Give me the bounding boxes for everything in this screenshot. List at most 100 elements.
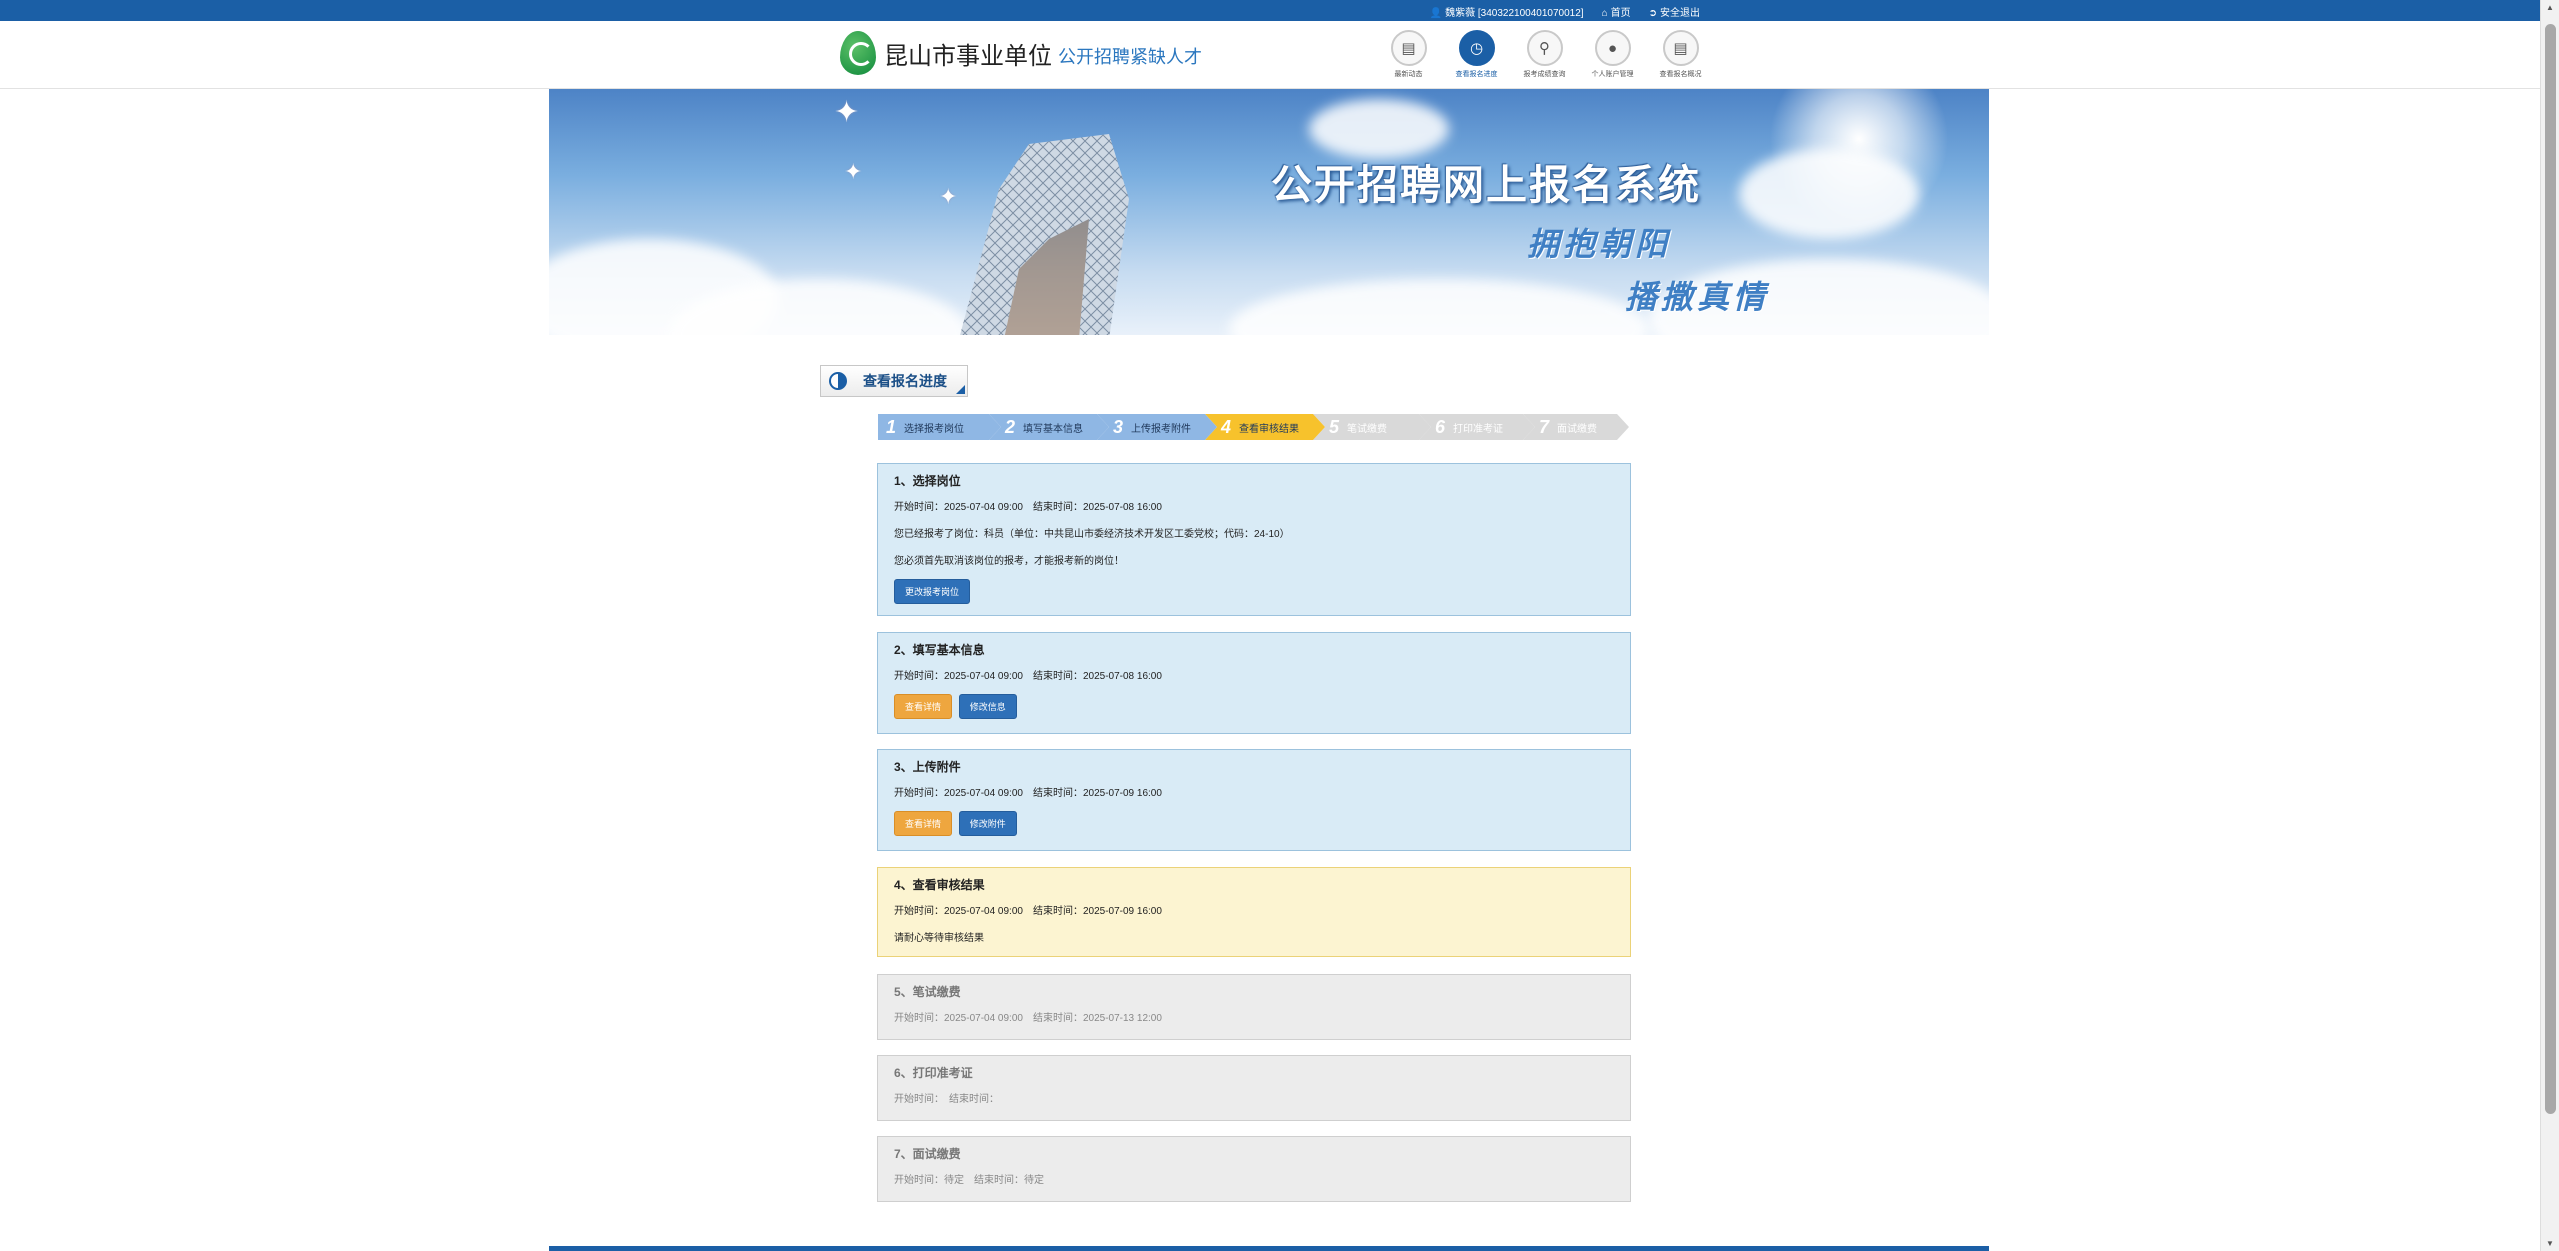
nav-label: 查看报名概况 bbox=[1659, 71, 1702, 78]
progress-icon bbox=[829, 372, 847, 390]
step-4: 4 查看审核结果 bbox=[1205, 414, 1325, 440]
banner-title: 公开招聘网上报名系统 bbox=[1271, 161, 1701, 209]
card-review-result: 4、查看审核结果 开始时间：2025-07-04 09:00 结束时间：2025… bbox=[877, 867, 1631, 957]
section-title: 查看报名进度 bbox=[863, 373, 947, 389]
list-icon: ▤ bbox=[1662, 30, 1699, 66]
step-label: 选择报考岗位 bbox=[904, 423, 965, 435]
search-icon: ⚲ bbox=[1526, 30, 1563, 66]
nav-label: 个人账户管理 bbox=[1591, 71, 1634, 78]
logo-emblem-icon bbox=[840, 31, 876, 75]
step-label: 面试缴费 bbox=[1557, 423, 1598, 435]
home-label: 首页 bbox=[1610, 8, 1631, 19]
card-time: 开始时间：2025-07-04 09:00 结束时间：2025-07-09 16… bbox=[894, 788, 1162, 799]
step-number: 1 bbox=[886, 416, 897, 437]
step-label: 查看审核结果 bbox=[1239, 423, 1300, 435]
site-logo[interactable]: 昆山市事业单位 公开招聘紧缺人才 bbox=[840, 31, 1202, 75]
card-time: 开始时间：2025-07-04 09:00 结束时间：2025-07-08 16… bbox=[894, 502, 1162, 513]
view-details-button[interactable]: 查看详情 bbox=[894, 811, 953, 836]
step-label: 上传报考附件 bbox=[1131, 423, 1192, 435]
banner-slogan-1: 拥抱朝阳 bbox=[1527, 225, 1672, 263]
user-info: 👤 魏紫薇 [340322100401070012] bbox=[1430, 4, 1584, 19]
nav-item-scores[interactable]: ⚲ 报考成绩查询 bbox=[1516, 30, 1573, 79]
nav-label: 查看报名进度 bbox=[1455, 71, 1498, 78]
card-print-admission-ticket: 6、打印准考证 开始时间： 结束时间： bbox=[877, 1055, 1631, 1121]
progress-icon: ◷ bbox=[1458, 30, 1495, 66]
card-text: 您必须首先取消该岗位的报考，才能报考新的岗位！ bbox=[894, 556, 1124, 567]
scrollbar-thumb[interactable] bbox=[2545, 24, 2556, 1114]
card-time: 开始时间：2025-07-04 09:00 结束时间：2025-07-09 16… bbox=[894, 906, 1162, 917]
card-basic-info: 2、填写基本信息 开始时间：2025-07-04 09:00 结束时间：2025… bbox=[877, 632, 1631, 734]
step-6: 6 打印准考证 bbox=[1419, 414, 1535, 440]
cloud bbox=[1309, 99, 1449, 159]
step-2: 2 填写基本信息 bbox=[989, 414, 1109, 440]
chat-icon: ▤ bbox=[1390, 30, 1427, 66]
user-name: 魏紫薇 [340322100401070012] bbox=[1445, 8, 1584, 19]
edit-info-button[interactable]: 修改信息 bbox=[958, 694, 1017, 719]
card-title: 7、面试缴费 bbox=[894, 1147, 961, 1161]
home-icon: ⌂ bbox=[1601, 8, 1608, 19]
scrollbar[interactable]: ▲ ▼ bbox=[2540, 0, 2559, 1251]
dove-icon: ✦ bbox=[844, 159, 863, 184]
dove-icon: ✦ bbox=[834, 96, 860, 129]
card-title: 6、打印准考证 bbox=[894, 1066, 973, 1080]
nav-label: 报考成绩查询 bbox=[1523, 71, 1566, 78]
step-label: 笔试缴费 bbox=[1347, 423, 1388, 435]
footer-divider bbox=[549, 1246, 1989, 1251]
cloud bbox=[1229, 279, 1649, 335]
card-title: 5、笔试缴费 bbox=[894, 985, 961, 999]
view-details-button[interactable]: 查看详情 bbox=[894, 694, 953, 719]
section-tab-progress: 查看报名进度 bbox=[820, 365, 968, 397]
step-number: 6 bbox=[1435, 416, 1446, 437]
scroll-up-icon[interactable]: ▲ bbox=[2546, 3, 2554, 12]
card-title: 1、选择岗位 bbox=[894, 474, 961, 488]
step-number: 7 bbox=[1539, 416, 1550, 437]
nav-item-account[interactable]: ● 个人账户管理 bbox=[1584, 30, 1641, 79]
nav-label: 最新动态 bbox=[1394, 71, 1423, 78]
card-text: 您已经报考了岗位：科员（单位：中共昆山市委经济技术开发区工委党校；代码：24-1… bbox=[894, 529, 1290, 540]
card-interview-fee: 7、面试缴费 开始时间：待定 结束时间：待定 bbox=[877, 1136, 1631, 1202]
card-time: 开始时间： 结束时间： bbox=[894, 1094, 999, 1105]
home-link[interactable]: ⌂ 首页 bbox=[1602, 4, 1631, 19]
step-3: 3 上传报考附件 bbox=[1097, 414, 1217, 440]
logout-label: 安全退出 bbox=[1660, 8, 1700, 19]
logout-icon: ➲ bbox=[1648, 8, 1657, 19]
edit-attachments-button[interactable]: 修改附件 bbox=[958, 811, 1017, 836]
building-illustration bbox=[960, 134, 1129, 335]
card-time: 开始时间：待定 结束时间：待定 bbox=[894, 1175, 1044, 1186]
card-title: 2、填写基本信息 bbox=[894, 643, 985, 657]
user-icon: 👤 bbox=[1429, 8, 1443, 19]
nav-item-progress[interactable]: ◷ 查看报名进度 bbox=[1448, 30, 1505, 79]
card-title: 4、查看审核结果 bbox=[894, 878, 985, 892]
logo-title: 昆山市事业单位 bbox=[884, 41, 1052, 70]
card-title: 3、上传附件 bbox=[894, 760, 961, 774]
corner-triangle-icon bbox=[956, 385, 965, 394]
step-label: 填写基本信息 bbox=[1023, 423, 1084, 435]
step-number: 3 bbox=[1113, 416, 1124, 437]
step-7: 7 面试缴费 bbox=[1523, 414, 1629, 440]
scroll-down-icon[interactable]: ▼ bbox=[2546, 1239, 2554, 1248]
step-1: 1 选择报考岗位 bbox=[878, 414, 1001, 440]
nav-item-overview[interactable]: ▤ 查看报名概况 bbox=[1652, 30, 1709, 79]
logout-link[interactable]: ➲ 安全退出 bbox=[1649, 4, 1700, 19]
progress-steps: 1 选择报考岗位 2 填写基本信息 3 上传报考附件 4 查看审核结果 5 笔试缴费 6打… bbox=[878, 414, 1629, 440]
step-number: 2 bbox=[1005, 416, 1016, 437]
card-time: 开始时间：2025-07-04 09:00 结束时间：2025-07-13 12… bbox=[894, 1013, 1162, 1024]
banner-slogan-2: 播撒真情 bbox=[1625, 278, 1770, 316]
card-upload-attachments: 3、上传附件 开始时间：2025-07-04 09:00 结束时间：2025-0… bbox=[877, 749, 1631, 851]
step-number: 4 bbox=[1221, 416, 1232, 437]
dove-icon: ✦ bbox=[939, 184, 958, 209]
step-5: 5 笔试缴费 bbox=[1313, 414, 1431, 440]
header: 昆山市事业单位 公开招聘紧缺人才 ▤ 最新动态 ◷ 查看报名进度 ⚲ 报考成绩查询 ●… bbox=[0, 21, 2540, 89]
step-number: 5 bbox=[1329, 416, 1340, 437]
card-select-position: 1、选择岗位 开始时间：2025-07-04 09:00 结束时间：2025-0… bbox=[877, 463, 1631, 616]
card-text: 请耐心等待审核结果 bbox=[894, 933, 984, 944]
change-position-button[interactable]: 更改报考岗位 bbox=[894, 579, 971, 604]
user-icon: ● bbox=[1594, 30, 1631, 66]
main-nav: ▤ 最新动态 ◷ 查看报名进度 ⚲ 报考成绩查询 ● 个人账户管理 ▤ 查看报名概况 bbox=[1380, 30, 1709, 79]
step-label: 打印准考证 bbox=[1453, 423, 1504, 435]
card-time: 开始时间：2025-07-04 09:00 结束时间：2025-07-08 16… bbox=[894, 671, 1162, 682]
nav-item-news[interactable]: ▤ 最新动态 bbox=[1380, 30, 1437, 79]
cloud bbox=[1739, 149, 1919, 239]
logo-subtitle: 公开招聘紧缺人才 bbox=[1058, 47, 1202, 68]
banner: ✦ ✦ ✦ 公开招聘网上报名系统 拥抱朝阳 播撒真情 bbox=[549, 89, 1989, 335]
